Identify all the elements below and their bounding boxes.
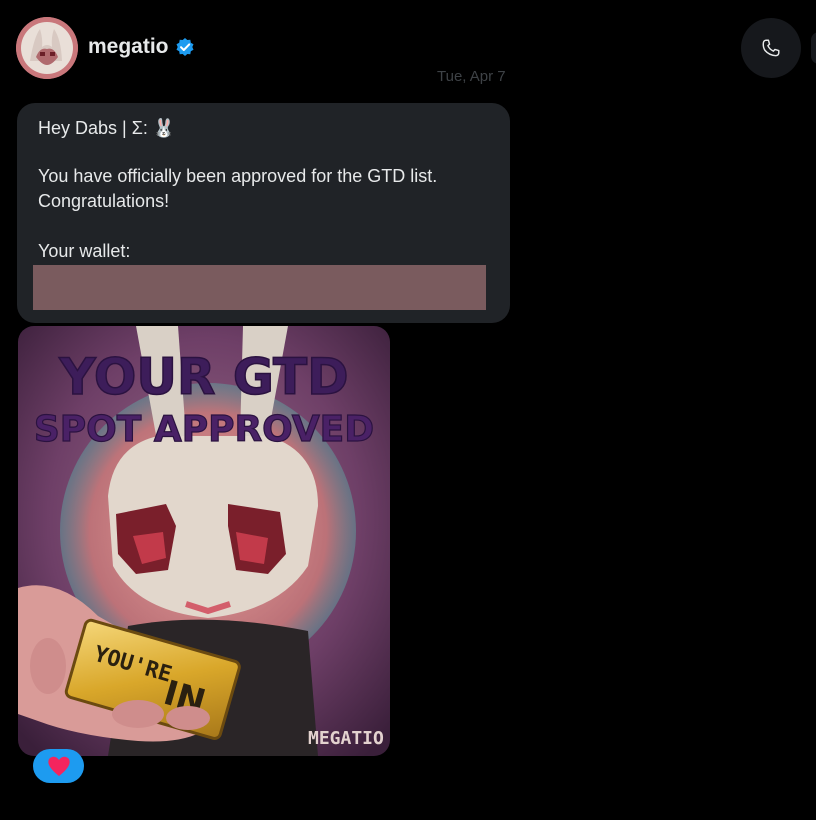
message-greeting: Hey Dabs | Σ: 🐰 [38, 118, 176, 138]
message-congratulations-line: Congratulations! [38, 191, 170, 211]
avatar[interactable] [16, 17, 78, 79]
heart-icon [47, 756, 70, 776]
info-button[interactable] [811, 32, 816, 64]
image-signature: MEGATIO [308, 728, 384, 749]
heart-reaction[interactable] [33, 749, 84, 783]
message-bubble[interactable]: Hey Dabs | Σ: 🐰 You have officially been… [17, 103, 510, 323]
date-separator: Tue, Apr 7 [437, 68, 506, 85]
redacted-wallet [33, 265, 486, 310]
username[interactable]: megatio [88, 35, 169, 59]
phone-icon [762, 39, 780, 57]
conversation-header: megatio Tue, Apr 7 [0, 0, 816, 100]
call-button[interactable] [741, 18, 801, 78]
image-headline-line1: YOUR GTD [58, 348, 348, 406]
wallet-label: Your wallet: [38, 241, 131, 261]
image-headline-line2: SPOT APPROVED [34, 409, 374, 450]
verified-badge-icon [175, 37, 195, 57]
message-approval-line: You have officially been approved for th… [38, 166, 438, 186]
attached-image[interactable]: YOU'RE IN YOUR GTD SPOT APPROVED MEGATIO [18, 326, 390, 756]
